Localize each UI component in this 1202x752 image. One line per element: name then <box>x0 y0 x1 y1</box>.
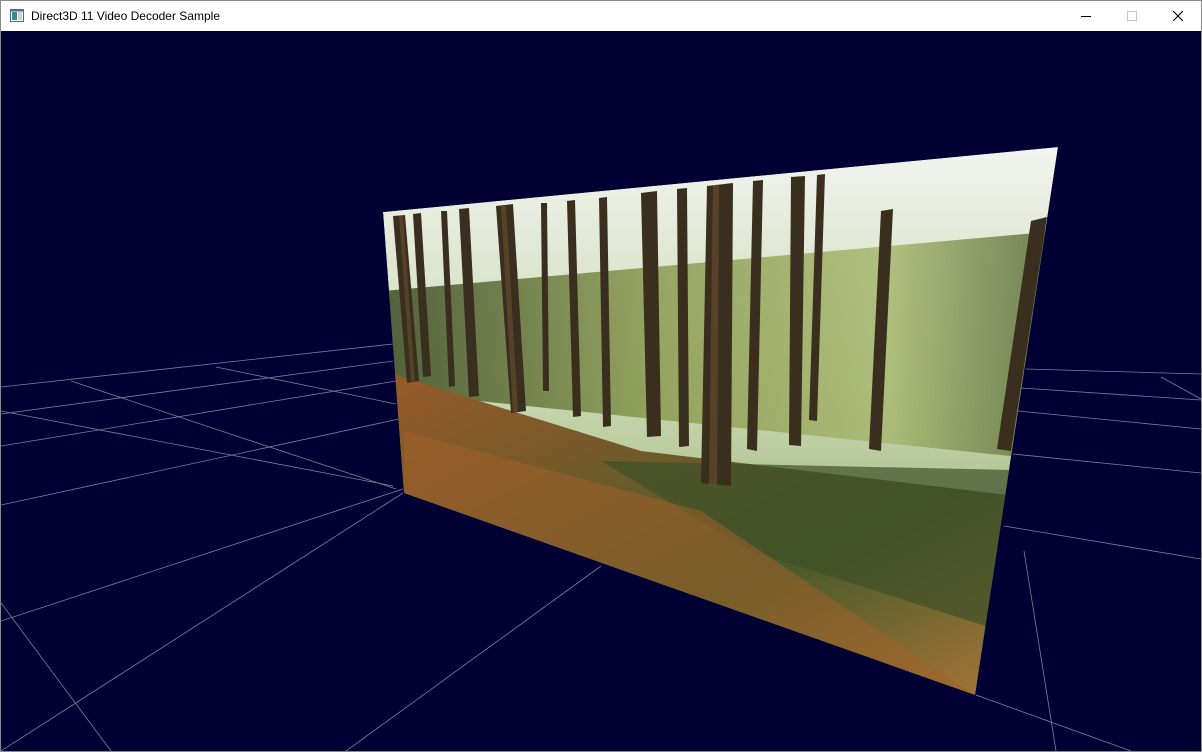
close-button[interactable] <box>1155 1 1201 31</box>
minimize-icon <box>1081 16 1091 17</box>
scene-canvas[interactable] <box>1 31 1201 751</box>
maximize-icon <box>1127 11 1137 21</box>
window-title: Direct3D 11 Video Decoder Sample <box>31 9 220 23</box>
minimize-button[interactable] <box>1063 1 1109 31</box>
video-frame <box>383 147 1058 695</box>
close-icon <box>1173 11 1183 21</box>
render-viewport[interactable] <box>1 31 1201 751</box>
maximize-button[interactable] <box>1109 1 1155 31</box>
title-bar[interactable]: Direct3D 11 Video Decoder Sample <box>1 1 1201 31</box>
app-icon <box>10 9 24 22</box>
app-window: Direct3D 11 Video Decoder Sample <box>0 0 1202 752</box>
